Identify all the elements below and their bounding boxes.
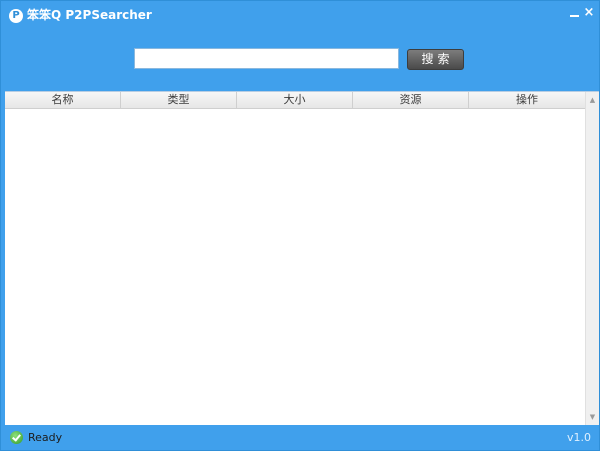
search-input[interactable] bbox=[134, 48, 399, 69]
column-header-resource[interactable]: 资源 bbox=[353, 92, 469, 108]
column-header-type[interactable]: 类型 bbox=[121, 92, 237, 108]
column-header-action[interactable]: 操作 bbox=[469, 92, 585, 108]
scroll-up-icon[interactable]: ▲ bbox=[586, 93, 599, 107]
status-text: Ready bbox=[28, 431, 63, 444]
check-circle-icon bbox=[10, 431, 23, 444]
column-header-size[interactable]: 大小 bbox=[237, 92, 353, 108]
app-window: P 笨笨Q P2PSearcher × 搜索 名称 类型 大小 资源 操作 ▲ … bbox=[0, 0, 600, 451]
search-button[interactable]: 搜索 bbox=[407, 49, 464, 70]
status-bar: Ready v1.0 bbox=[1, 425, 599, 450]
app-logo-icon: P bbox=[9, 9, 23, 23]
vertical-scrollbar[interactable]: ▲ ▼ bbox=[585, 92, 599, 425]
title-bar[interactable]: P 笨笨Q P2PSearcher × bbox=[1, 1, 599, 29]
table-header: 名称 类型 大小 资源 操作 bbox=[5, 92, 585, 109]
column-header-name[interactable]: 名称 bbox=[5, 92, 121, 108]
table-body[interactable] bbox=[5, 109, 585, 425]
close-icon[interactable]: × bbox=[583, 6, 595, 20]
minimize-icon[interactable] bbox=[569, 6, 581, 20]
app-logo-letter: P bbox=[12, 10, 20, 21]
window-title: 笨笨Q P2PSearcher bbox=[27, 8, 152, 22]
results-list: 名称 类型 大小 资源 操作 ▲ ▼ bbox=[5, 91, 599, 425]
version-label: v1.0 bbox=[567, 431, 592, 444]
scroll-down-icon[interactable]: ▼ bbox=[586, 410, 599, 424]
